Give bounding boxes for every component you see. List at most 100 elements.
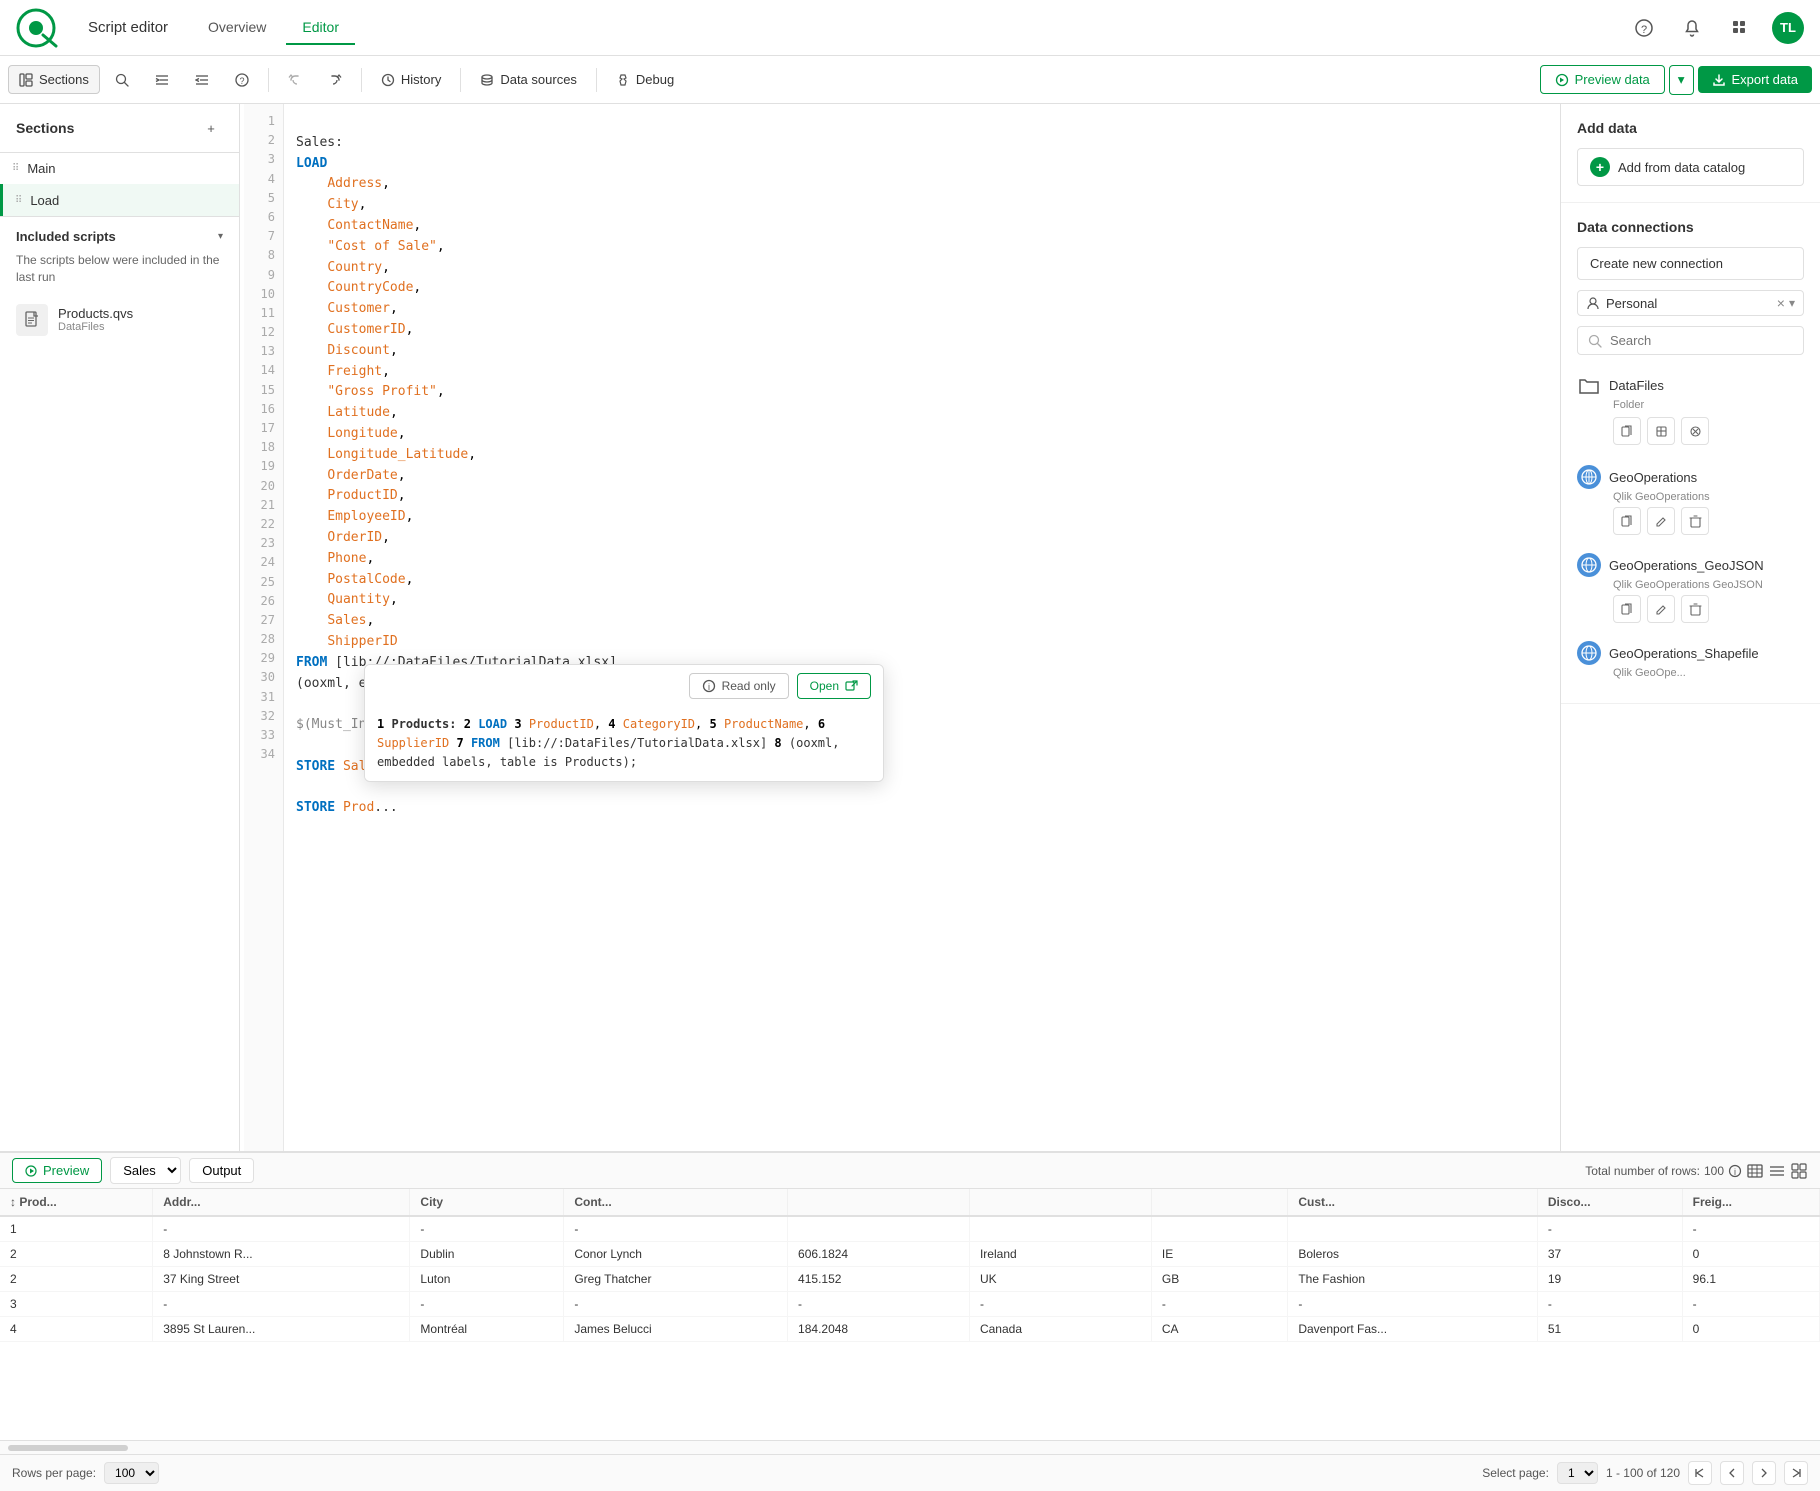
col-header-prod[interactable]: ↕ Prod... [0,1189,153,1216]
table-select[interactable]: Sales [110,1157,181,1184]
col-header-cont[interactable]: Cont... [564,1189,788,1216]
personal-filter: Personal × ▾ [1577,290,1804,316]
datafiles-action-2[interactable] [1647,417,1675,445]
table-row: 3 - - - - - - - - - [0,1292,1820,1317]
cell-freig: 96.1 [1682,1267,1819,1292]
add-from-catalog-button[interactable]: + Add from data catalog [1577,148,1804,186]
geoops-delete-btn[interactable] [1681,507,1709,535]
section-item-load[interactable]: ⠿ Load 🗑 [0,184,239,216]
script-popup: i Read only Open 1 Products: 2 LOAD 3 Pr… [364,664,884,782]
search-button[interactable] [104,66,140,94]
cell-addr: 3895 St Lauren... [153,1317,410,1342]
geoops-edit-btn[interactable] [1647,507,1675,535]
cell-col5: 184.2048 [788,1317,970,1342]
col-header-col5[interactable] [788,1189,970,1216]
col-header-disco[interactable]: Disco... [1537,1189,1682,1216]
next-page-button[interactable] [1752,1461,1776,1485]
page-range: 1 - 100 of 120 [1606,1466,1680,1480]
outdent-button[interactable] [184,66,220,94]
add-section-button[interactable]: + [199,116,223,140]
indent-button[interactable] [144,66,180,94]
geojson-copy-btn[interactable] [1613,595,1641,623]
export-data-button[interactable]: Export data [1698,66,1813,93]
page-select[interactable]: 1 [1557,1462,1598,1484]
cell-city: - [410,1292,564,1317]
plus-icon: + [1590,157,1610,177]
toolbar: Sections ? History Data sources Debug Pr… [0,56,1820,104]
avatar[interactable]: TL [1772,12,1804,44]
debug-button[interactable]: Debug [605,65,685,94]
cell-addr: 37 King Street [153,1267,410,1292]
cell-col7: IE [1151,1242,1287,1267]
preview-run-button[interactable]: Preview [12,1158,102,1183]
undo-button[interactable] [277,66,313,94]
shapefile-label: GeoOperations_Shapefile [1609,646,1804,661]
open-label: Open [810,679,839,693]
open-button[interactable]: Open [797,673,871,699]
col-header-col7[interactable] [1151,1189,1287,1216]
readonly-button[interactable]: i Read only [689,673,789,699]
included-scripts-section: Included scripts ▾ The scripts below wer… [0,216,239,354]
page-nav: Select page: 1 1 - 100 of 120 [1482,1461,1808,1485]
toolbar-separator-3 [460,68,461,92]
close-filter-icon[interactable]: × [1777,295,1785,311]
datafiles-action-3[interactable] [1681,417,1709,445]
filter-actions: × ▾ [1777,295,1795,311]
nav-right: ? TL [1628,12,1804,44]
first-page-button[interactable] [1688,1461,1712,1485]
horizontal-scrollbar[interactable] [0,1440,1820,1454]
cell-cust: Boleros [1288,1242,1538,1267]
col-header-freig[interactable]: Freig... [1682,1189,1819,1216]
datafiles-label: DataFiles [1609,378,1804,393]
geojson-edit-btn[interactable] [1647,595,1675,623]
redo-button[interactable] [317,66,353,94]
add-catalog-label: Add from data catalog [1618,160,1745,175]
search-connections[interactable] [1577,326,1804,355]
table-row: 2 37 King Street Luton Greg Thatcher 415… [0,1267,1820,1292]
geojson-sub: Qlik GeoOperations GeoJSON [1577,579,1804,591]
toolbar-separator-4 [596,68,597,92]
search-input[interactable] [1610,333,1793,348]
cell-disco: 19 [1537,1267,1682,1292]
create-connection-button[interactable]: Create new connection [1577,247,1804,280]
geojson-delete-btn[interactable] [1681,595,1709,623]
tab-overview[interactable]: Overview [192,11,282,45]
script-info: Products.qvs DataFiles [58,306,223,333]
add-data-section: Add data + Add from data catalog [1561,104,1820,203]
col-header-addr[interactable]: Addr... [153,1189,410,1216]
preview-data-button[interactable]: Preview data [1540,65,1665,94]
geoops-copy-btn[interactable] [1613,507,1641,535]
section-label-load: Load [30,193,202,208]
sections-toggle-button[interactable]: Sections [8,65,100,94]
app-title: Script editor [88,19,168,36]
section-item-main[interactable]: ⠿ Main [0,153,239,184]
cell-col7 [1151,1216,1287,1242]
data-sources-button[interactable]: Data sources [469,65,588,94]
chevron-down-icon[interactable]: ▾ [1789,296,1795,310]
col-header-col6[interactable] [969,1189,1151,1216]
datafiles-action-1[interactable] [1613,417,1641,445]
help-btn[interactable]: ? [224,66,260,94]
cell-prod: 2 [0,1267,153,1292]
included-scripts-toggle[interactable]: ▾ [218,231,223,242]
cell-col5: - [788,1292,970,1317]
last-page-button[interactable] [1784,1461,1808,1485]
history-button[interactable]: History [370,65,452,94]
tab-editor[interactable]: Editor [286,11,355,45]
output-button[interactable]: Output [189,1158,254,1183]
col-header-city[interactable]: City [410,1189,564,1216]
rows-per-page-select[interactable]: 100 [104,1462,159,1484]
bell-icon[interactable] [1676,12,1708,44]
preview-dropdown-button[interactable]: ▾ [1669,65,1694,95]
geoops-sub: Qlik GeoOperations [1577,491,1804,503]
datafiles-header: DataFiles [1577,367,1804,403]
svg-text:?: ? [239,76,244,86]
grid-icon[interactable] [1724,12,1756,44]
prev-page-button[interactable] [1720,1461,1744,1485]
preview-label: Preview data [1575,72,1650,87]
help-icon[interactable]: ? [1628,12,1660,44]
folder-sub-label: Folder [1577,399,1804,411]
table-section: ↕ Prod... Addr... City Cont... Cust... D… [0,1189,1820,1440]
col-header-cust[interactable]: Cust... [1288,1189,1538,1216]
cell-city: - [410,1216,564,1242]
